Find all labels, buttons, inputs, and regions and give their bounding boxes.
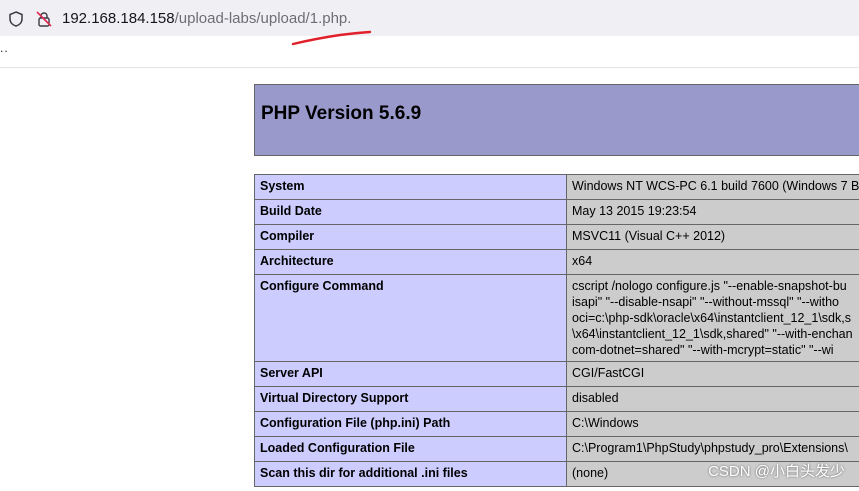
table-row: Server API CGI/FastCGI [254, 361, 859, 387]
row-value-line: disabled [572, 391, 619, 405]
row-value-line: C:\Program1\PhpStudy\phpstudy_pro\Extens… [572, 441, 848, 455]
url-text[interactable]: 192.168.184.158/upload-labs/upload/1.php… [62, 10, 351, 27]
row-value-line: CGI/FastCGI [572, 366, 645, 380]
row-value-line: cscript /nologo configure.js "--enable-s… [572, 279, 847, 293]
row-key: Build Date [254, 199, 567, 225]
red-annotation-underline [291, 30, 372, 46]
row-value: x64 [566, 249, 859, 275]
row-value: C:\Windows [566, 411, 859, 437]
table-row: Configure Command cscript /nologo configu… [254, 274, 859, 362]
row-value-line: Windows NT WCS-PC 6.1 build 7600 (Window… [572, 179, 859, 193]
row-value-line: oci=c:\php-sdk\oracle\x64\instantclient_… [572, 311, 851, 325]
row-key: Configuration File (php.ini) Path [254, 411, 567, 437]
address-bar[interactable]: 192.168.184.158/upload-labs/upload/1.php… [0, 0, 859, 46]
row-value-line: x64 [572, 254, 593, 268]
table-row: Build Date May 13 2015 19:23:54 [254, 199, 859, 225]
url-path: /upload-labs/upload/1.php. [174, 10, 352, 27]
row-key: Compiler [254, 224, 567, 250]
page-title: PHP Version 5.6.9 [261, 103, 422, 124]
row-key: Loaded Configuration File [254, 436, 567, 462]
divider [0, 67, 859, 68]
table-row: Compiler MSVC11 (Visual C++ 2012) [254, 224, 859, 250]
row-key: Configure Command [254, 274, 567, 362]
row-value: MSVC11 (Visual C++ 2012) [566, 224, 859, 250]
phpinfo-header: PHP Version 5.6.9 [254, 84, 859, 156]
insecure-lock-icon[interactable] [36, 11, 52, 32]
row-value: Windows NT WCS-PC 6.1 build 7600 (Window… [566, 174, 859, 200]
url-host: 192.168.184.158 [62, 10, 175, 27]
row-key: Scan this dir for additional .ini files [254, 461, 567, 487]
row-key: Architecture [254, 249, 567, 275]
row-value: cscript /nologo configure.js "--enable-s… [566, 274, 859, 362]
row-value: disabled [566, 386, 859, 412]
table-row: Loaded Configuration File C:\Program1\Php… [254, 436, 859, 462]
row-key: System [254, 174, 567, 200]
row-value-line: com-dotnet=shared" "--with-mcrypt=static… [572, 343, 834, 357]
page-text: .. [0, 41, 9, 55]
row-key: Virtual Directory Support [254, 386, 567, 412]
row-value: CGI/FastCGI [566, 361, 859, 387]
row-value-line: \x64\instantclient_12_1\sdk,shared" "--w… [572, 327, 853, 341]
row-value: C:\Program1\PhpStudy\phpstudy_pro\Extens… [566, 436, 859, 462]
row-value-line: isapi" "--disable-nsapi" "--without-mssq… [572, 295, 839, 309]
table-row: Virtual Directory Support disabled [254, 386, 859, 412]
phpinfo-table: System Windows NT WCS-PC 6.1 build 7600 (… [254, 174, 859, 487]
row-value-line: MSVC11 (Visual C++ 2012) [572, 229, 726, 243]
row-value: May 13 2015 19:23:54 [566, 199, 859, 225]
watermark: CSDN @小白头发少 [708, 463, 845, 480]
row-value-line: C:\Windows [572, 416, 639, 430]
row-key: Server API [254, 361, 567, 387]
table-row: Architecture x64 [254, 249, 859, 275]
table-row: System Windows NT WCS-PC 6.1 build 7600 (… [254, 174, 859, 200]
shield-icon[interactable] [9, 11, 23, 32]
row-value-line: May 13 2015 19:23:54 [572, 204, 697, 218]
table-row: Configuration File (php.ini) Path C:\Wind… [254, 411, 859, 437]
